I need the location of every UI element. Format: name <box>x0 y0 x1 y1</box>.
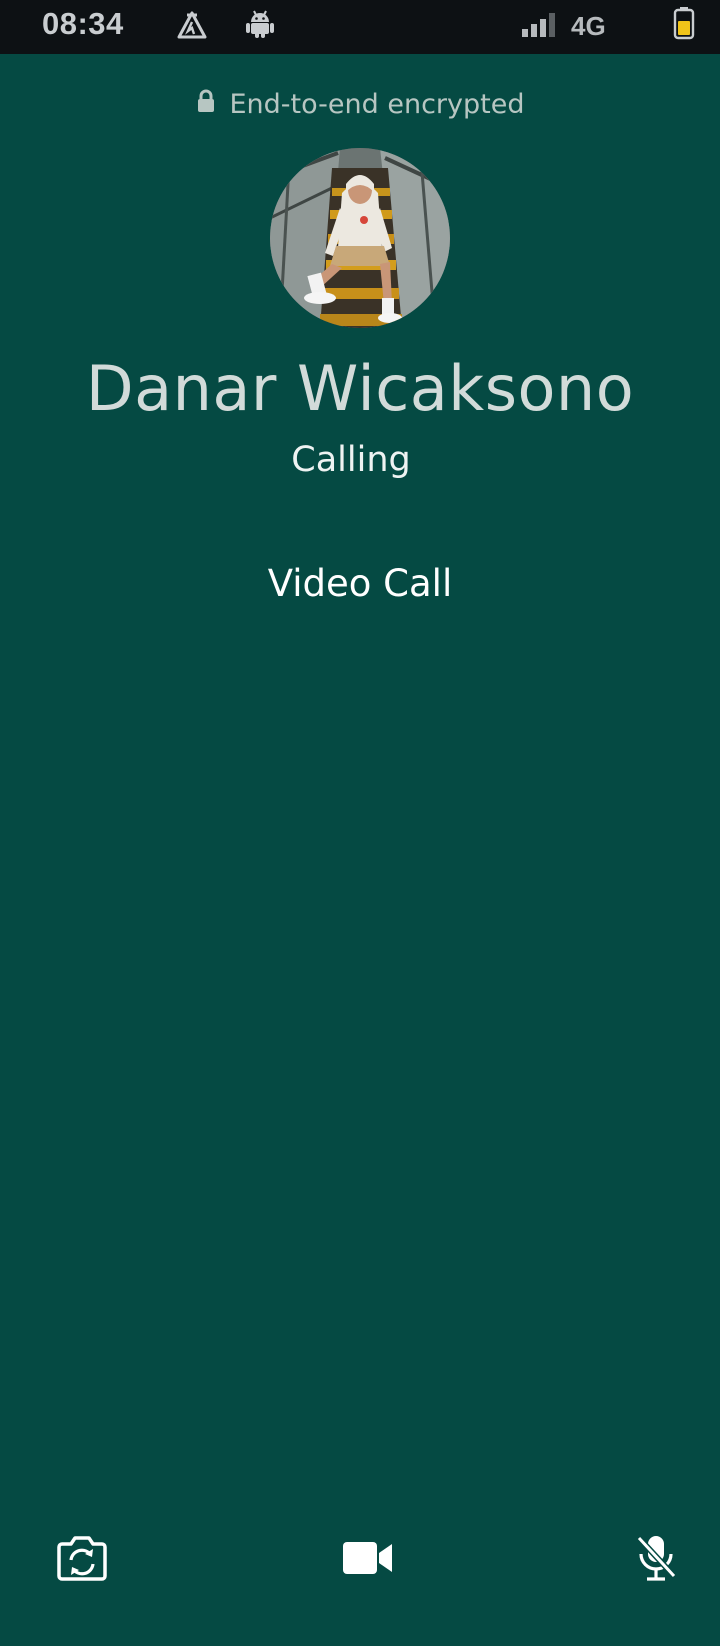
encryption-notice: End-to-end encrypted <box>0 84 720 124</box>
android-icon <box>245 9 275 43</box>
call-status: Calling <box>291 440 411 480</box>
alert-icon <box>176 10 208 44</box>
encryption-text: End-to-end encrypted <box>229 88 525 120</box>
switch-camera-button[interactable] <box>47 1525 117 1595</box>
status-time: 08:34 <box>42 6 124 41</box>
video-toggle-button[interactable] <box>333 1525 403 1595</box>
battery-icon <box>673 6 695 44</box>
lock-icon <box>196 89 216 117</box>
call-screen: 08:34 4G End-to-end encrypted Danar Wica… <box>0 0 720 1646</box>
flip-camera-icon <box>56 1534 108 1586</box>
video-camera-icon <box>342 1541 394 1579</box>
status-bar: 08:34 4G <box>0 0 720 54</box>
caller-avatar <box>270 148 450 328</box>
signal-icon <box>520 12 560 42</box>
network-type: 4G <box>571 11 606 41</box>
mute-button[interactable] <box>621 1525 691 1595</box>
caller-name: Danar Wicaksono <box>85 352 635 425</box>
call-type: Video Call <box>267 562 453 605</box>
mic-off-icon <box>636 1534 677 1586</box>
